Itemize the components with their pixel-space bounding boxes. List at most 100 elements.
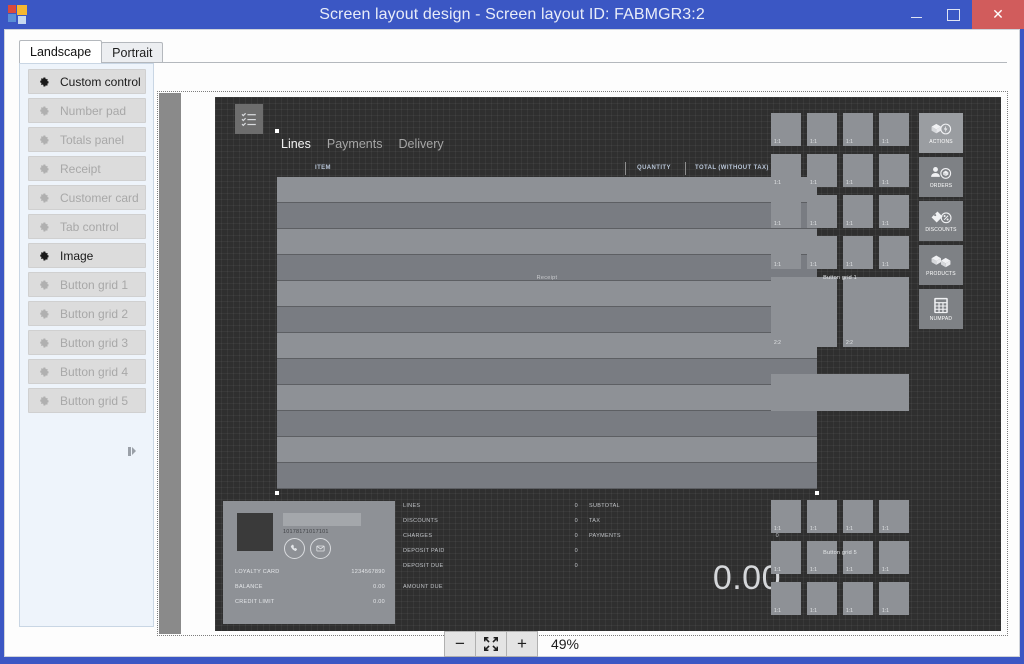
control-item-label: Button grid 2: [60, 307, 128, 321]
grid-cell[interactable]: 1:1: [771, 582, 801, 615]
gear-icon: [38, 366, 50, 378]
receipt-tab-payments[interactable]: Payments: [327, 137, 383, 151]
button-grid-1-control[interactable]: 1:1 1:1 1:1 1:1 1:1 1:1 1:1 1:1 1:1 1:1 …: [771, 113, 909, 367]
selection-handle[interactable]: [275, 129, 279, 133]
control-item-receipt[interactable]: Receipt: [28, 156, 146, 181]
zoom-in-button[interactable]: +: [506, 631, 538, 657]
gear-icon: [38, 105, 50, 117]
receipt-row: [277, 463, 817, 489]
grid-cell[interactable]: 1:1: [807, 195, 837, 228]
tab-portrait[interactable]: Portrait: [101, 42, 163, 63]
cell-tag: 1:1: [882, 526, 889, 532]
totals-row-payments: PAYMENTS 0: [589, 533, 779, 539]
grid-cell[interactable]: 1:1: [879, 236, 909, 269]
control-item-customer-card[interactable]: Customer card: [28, 185, 146, 210]
selection-handle[interactable]: [815, 491, 819, 495]
totals-row-discounts: DISCOUNTS 0: [403, 518, 578, 524]
grid-cell[interactable]: 1:1: [771, 236, 801, 269]
action-button-numpad[interactable]: NUMPAD: [919, 289, 963, 329]
grid-cell[interactable]: 1:1: [879, 500, 909, 533]
row-value: 0: [575, 548, 578, 554]
grid-cell[interactable]: 1:1: [771, 113, 801, 146]
control-item-button-grid-1[interactable]: Button grid 1: [28, 272, 146, 297]
control-item-button-grid-2[interactable]: Button grid 2: [28, 301, 146, 326]
grid-cell[interactable]: 1:1: [843, 154, 873, 187]
control-item-button-grid-5[interactable]: Button grid 5: [28, 388, 146, 413]
control-item-number-pad[interactable]: Number pad: [28, 98, 146, 123]
cell-tag: 1:1: [810, 139, 817, 145]
maximize-button[interactable]: [935, 0, 972, 29]
totals-panel-control[interactable]: LINES 0 DISCOUNTS 0 CHARGES 0 DEPOSIT: [403, 501, 783, 624]
grid-cell[interactable]: 1:1: [843, 236, 873, 269]
control-item-label: Button grid 4: [60, 365, 128, 379]
receipt-control[interactable]: Lines Payments Delivery ITEM QUANTITY TO…: [277, 131, 817, 493]
action-button-orders[interactable]: ORDERS: [919, 157, 963, 197]
button-grid-1-label: Button grid 1: [771, 275, 909, 281]
control-item-tab-control[interactable]: Tab control: [28, 214, 146, 239]
grid-cell[interactable]: 1:1: [879, 113, 909, 146]
cell-tag: 1:1: [882, 608, 889, 614]
phone-icon[interactable]: [284, 538, 305, 559]
cell-tag: 1:1: [810, 526, 817, 532]
grid-cell[interactable]: 1:1: [843, 582, 873, 615]
grid-cell[interactable]: 1:1: [807, 236, 837, 269]
grid-cell[interactable]: 1:1: [807, 582, 837, 615]
row-label: DEPOSIT DUE: [403, 563, 443, 569]
envelope-icon[interactable]: [310, 538, 331, 559]
receipt-tab-lines[interactable]: Lines: [281, 137, 311, 151]
grid-cell[interactable]: 1:1: [807, 500, 837, 533]
grid-cell[interactable]: 1:1: [879, 541, 909, 574]
control-item-button-grid-3[interactable]: Button grid 3: [28, 330, 146, 355]
customer-photo: [237, 513, 273, 551]
design-canvas[interactable]: Lines Payments Delivery ITEM QUANTITY TO…: [215, 97, 1001, 631]
grid-cell-large[interactable]: 2:2: [771, 277, 837, 347]
receipt-rows: [277, 177, 817, 493]
zoom-fit-button[interactable]: [475, 631, 507, 657]
tab-landscape[interactable]: Landscape: [19, 40, 102, 63]
grid-cell[interactable]: 1:1: [879, 582, 909, 615]
action-button-label: ACTIONS: [929, 139, 953, 145]
action-button-actions[interactable]: ACTIONS: [919, 113, 963, 153]
minimize-button[interactable]: [898, 0, 935, 29]
checklist-icon[interactable]: [235, 104, 263, 134]
panel-collapse-handle[interactable]: [126, 443, 138, 459]
cell-tag: 1:1: [846, 139, 853, 145]
column-header-item: ITEM: [315, 161, 331, 176]
grid-cell[interactable]: 1:1: [807, 541, 837, 574]
action-button-discounts[interactable]: DISCOUNTS: [919, 201, 963, 241]
grid-cell[interactable]: 1:1: [807, 113, 837, 146]
grid-cell[interactable]: 1:1: [807, 154, 837, 187]
grid-cell[interactable]: 1:1: [843, 195, 873, 228]
grid-cell[interactable]: 1:1: [843, 500, 873, 533]
grid-cell[interactable]: 1:1: [879, 195, 909, 228]
control-item-totals-panel[interactable]: Totals panel: [28, 127, 146, 152]
grid-cell[interactable]: 1:1: [771, 195, 801, 228]
control-item-custom-control[interactable]: Custom control: [28, 69, 146, 94]
gear-icon: [38, 279, 50, 291]
grid-cell[interactable]: 1:1: [879, 154, 909, 187]
grid-cell[interactable]: 1:1: [771, 154, 801, 187]
selection-handle[interactable]: [275, 491, 279, 495]
receipt-tab-delivery[interactable]: Delivery: [398, 137, 443, 151]
cell-tag: 1:1: [810, 608, 817, 614]
close-icon: ✕: [992, 6, 1004, 23]
image-control[interactable]: [771, 374, 909, 411]
zoom-out-button[interactable]: −: [444, 631, 476, 657]
cell-tag: 1:1: [846, 567, 853, 573]
button-grid-5-control[interactable]: 1:1 1:1 1:1 1:1 1:1 1:1 1:1 1:1 1:1 1:1 …: [771, 500, 909, 624]
grid-cell[interactable]: 1:1: [843, 113, 873, 146]
close-button[interactable]: ✕: [972, 0, 1024, 29]
customer-card-control[interactable]: 10178171017101 LOYALTY CARD 1234567890: [223, 501, 395, 624]
control-item-button-grid-4[interactable]: Button grid 4: [28, 359, 146, 384]
grid-cell[interactable]: 1:1: [771, 500, 801, 533]
customer-row-balance: BALANCE 0.00: [235, 584, 385, 590]
control-item-image[interactable]: Image: [28, 243, 146, 268]
receipt-tabs: Lines Payments Delivery: [277, 131, 444, 157]
control-list-panel: Custom control Number pad Totals panel R…: [19, 63, 154, 627]
canvas-scrollbar[interactable]: [159, 93, 181, 634]
action-button-products[interactable]: PRODUCTS: [919, 245, 963, 285]
grid-cell-large[interactable]: 2:2: [843, 277, 909, 347]
grid-cell[interactable]: 1:1: [771, 541, 801, 574]
grid-cell[interactable]: 1:1: [843, 541, 873, 574]
receipt-row: [277, 333, 817, 359]
